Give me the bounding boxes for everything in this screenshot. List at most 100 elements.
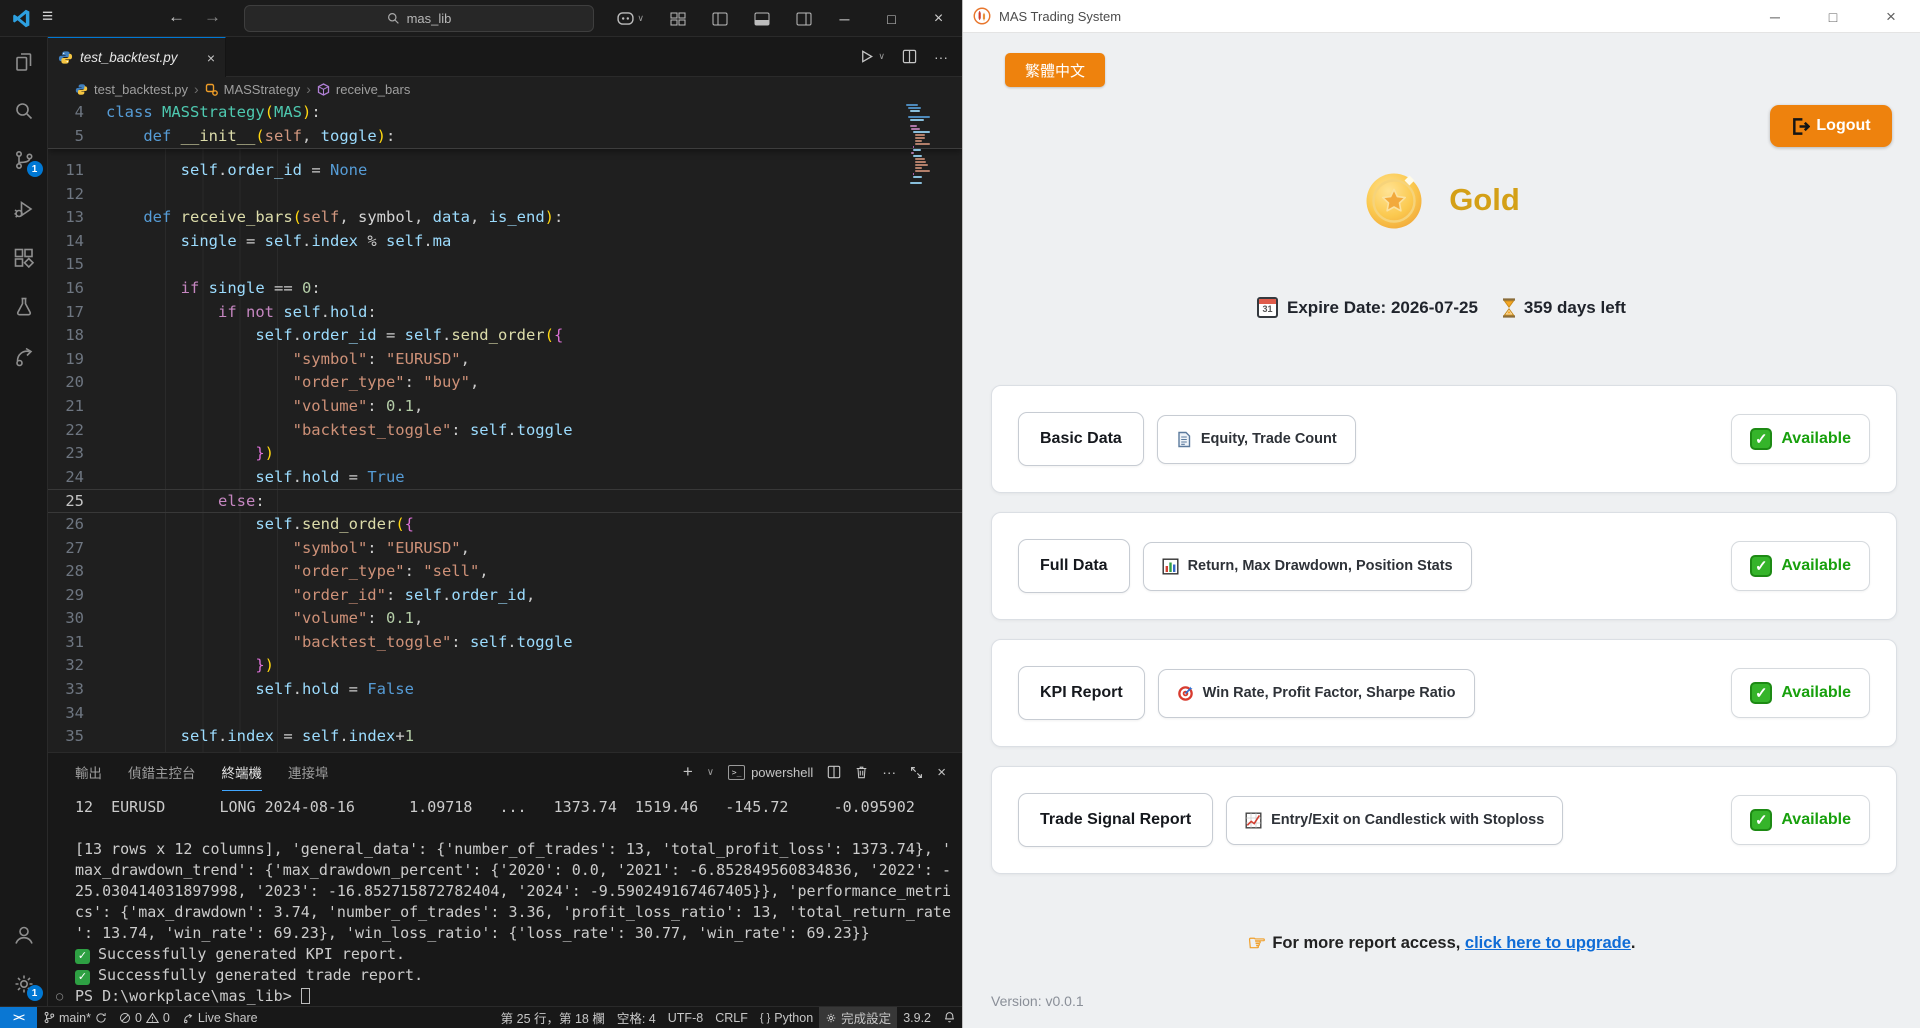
report-card-basic-data: Basic Data Equity, Trade Count ✓ Availab… [991, 385, 1897, 493]
toggle-secondary-sidebar-icon[interactable] [796, 12, 812, 26]
tab-ports[interactable]: 連接埠 [288, 753, 329, 791]
minimize-button[interactable]: ─ [821, 0, 868, 37]
language-label: Python [774, 1011, 813, 1025]
run-python-button[interactable]: ∨ [859, 49, 885, 64]
report-description[interactable]: Return, Max Drawdown, Position Stats [1143, 542, 1472, 591]
split-editor-icon[interactable] [902, 49, 917, 64]
terminal-line: ': 13.74, 'win_rate': 69.23}, 'win_loss_… [75, 923, 962, 944]
breadcrumb[interactable]: test_backtest.py › MASStrategy › receive… [48, 77, 962, 101]
terminal-line: 25.030414031897998, '2023': -16.85271587… [75, 881, 962, 902]
account-icon[interactable] [12, 923, 36, 947]
code-line: 21 "volume": 0.1, [48, 395, 962, 419]
source-control-icon[interactable]: 1 [12, 148, 36, 172]
split-terminal-icon[interactable] [827, 765, 841, 779]
warnings-icon [146, 1012, 159, 1024]
menu-icon[interactable]: ≡ [42, 6, 53, 28]
tab-close-icon[interactable]: × [207, 50, 215, 66]
cursor-position[interactable]: 第 25 行，第 18 欄 [495, 1007, 611, 1028]
minimap-line [915, 137, 925, 139]
close-button[interactable]: × [1862, 0, 1920, 33]
language-mode[interactable]: { } Python [754, 1007, 819, 1028]
report-description[interactable]: Equity, Trade Count [1157, 415, 1356, 464]
errors-icon [119, 1012, 131, 1024]
finish-setup[interactable]: 完成設定 [819, 1007, 897, 1028]
branch-indicator[interactable]: main* [37, 1007, 113, 1028]
close-button[interactable]: × [915, 0, 962, 37]
forward-arrow-icon[interactable]: → [204, 7, 221, 27]
upgrade-notice: ☞For more report access, click here to u… [963, 931, 1920, 956]
report-title[interactable]: Full Data [1018, 539, 1130, 593]
check-icon: ✓ [1750, 555, 1772, 577]
customize-layout-icon[interactable] [670, 12, 686, 26]
report-description[interactable]: Win Rate, Profit Factor, Sharpe Ratio [1158, 669, 1475, 718]
check-icon: ✓ [75, 949, 90, 964]
notifications-bell[interactable] [937, 1007, 962, 1028]
target-icon [1177, 685, 1194, 702]
code-editor[interactable]: 4class MASStrategy(MAS):5 def __init__(s… [48, 101, 962, 752]
run-debug-icon[interactable] [12, 197, 36, 221]
new-terminal-icon[interactable]: + [683, 762, 693, 782]
tab-debug-console[interactable]: 偵錯主控台 [128, 753, 196, 791]
terminal-line: 12 EURUSD LONG 2024-08-16 1.09718 ... 13… [75, 797, 962, 818]
testing-icon[interactable] [12, 295, 36, 319]
editor-group: test_backtest.py × ∨ ··· [48, 37, 962, 1006]
language-button[interactable]: 繁體中文 [1005, 53, 1105, 87]
indentation[interactable]: 空格: 4 [611, 1007, 662, 1028]
shell-selector[interactable]: >_ powershell [728, 765, 813, 780]
terminal-dropdown-icon[interactable]: ∨ [707, 767, 714, 778]
status-bar: >< main* 0 0 Live Share [0, 1006, 962, 1028]
code-line: 17 if not self.hold: [48, 301, 962, 325]
breadcrumb-class[interactable]: MASStrategy [224, 82, 301, 97]
logout-button[interactable]: Logout [1770, 105, 1892, 147]
minimap[interactable] [906, 104, 952, 185]
copilot-icon[interactable]: ∨ [617, 12, 644, 25]
candlestick-chart-icon [1245, 812, 1262, 829]
breadcrumb-file[interactable]: test_backtest.py [94, 82, 188, 97]
live-share-icon[interactable] [12, 344, 36, 368]
code-line: 28 "order_type": "sell", [48, 560, 962, 584]
code-line: 18 self.order_id = self.send_order({ [48, 324, 962, 348]
report-title[interactable]: Basic Data [1018, 412, 1144, 466]
tab-output[interactable]: 輸出 [75, 753, 102, 791]
maximize-button[interactable]: □ [868, 0, 915, 37]
trash-icon[interactable] [855, 765, 868, 779]
back-arrow-icon[interactable]: ← [168, 7, 185, 27]
days-left: 359 days left [1524, 298, 1626, 318]
extensions-icon[interactable] [12, 246, 36, 270]
terminal-line: ○PS D:\workplace\mas_lib> [75, 986, 962, 1007]
minimize-button[interactable]: ─ [1746, 0, 1804, 33]
explorer-icon[interactable] [12, 50, 36, 74]
tab-terminal[interactable]: 終端機 [222, 753, 263, 791]
report-title[interactable]: KPI Report [1018, 666, 1145, 720]
maximize-button[interactable]: □ [1804, 0, 1862, 33]
toggle-sidebar-icon[interactable] [712, 12, 728, 26]
python-version[interactable]: 3.9.2 [897, 1007, 937, 1028]
live-share-label: Live Share [198, 1011, 258, 1025]
check-icon: ✓ [75, 970, 90, 985]
minimap-line [915, 134, 925, 136]
command-center-search[interactable]: mas_lib [244, 5, 594, 32]
close-panel-icon[interactable]: × [937, 764, 946, 781]
report-title[interactable]: Trade Signal Report [1018, 793, 1213, 847]
tab-label: test_backtest.py [80, 50, 200, 65]
settings-gear-icon[interactable]: 1 [12, 972, 36, 996]
live-share-status[interactable]: Live Share [176, 1007, 264, 1028]
pointing-hand-icon: ☞ [1248, 932, 1267, 955]
search-sidebar-icon[interactable] [12, 99, 36, 123]
titlebar-actions: ∨ [617, 0, 812, 37]
check-icon: ✓ [1750, 682, 1772, 704]
command-decoration: ○ [56, 986, 63, 1007]
tab-test-backtest[interactable]: test_backtest.py × [48, 37, 226, 77]
encoding[interactable]: UTF-8 [662, 1007, 709, 1028]
problems-indicator[interactable]: 0 0 [113, 1007, 176, 1028]
remote-indicator[interactable]: >< [0, 1007, 37, 1028]
toggle-panel-icon[interactable] [754, 12, 770, 26]
more-actions-icon[interactable]: ··· [934, 49, 948, 65]
maximize-panel-icon[interactable] [910, 766, 923, 779]
panel-more-icon[interactable]: ··· [882, 764, 896, 780]
upgrade-link[interactable]: click here to upgrade [1465, 934, 1631, 952]
terminal-output[interactable]: 12 EURUSD LONG 2024-08-16 1.09718 ... 13… [48, 791, 962, 1007]
report-description[interactable]: Entry/Exit on Candlestick with Stoploss [1226, 796, 1563, 845]
breadcrumb-method[interactable]: receive_bars [336, 82, 410, 97]
eol[interactable]: CRLF [709, 1007, 754, 1028]
